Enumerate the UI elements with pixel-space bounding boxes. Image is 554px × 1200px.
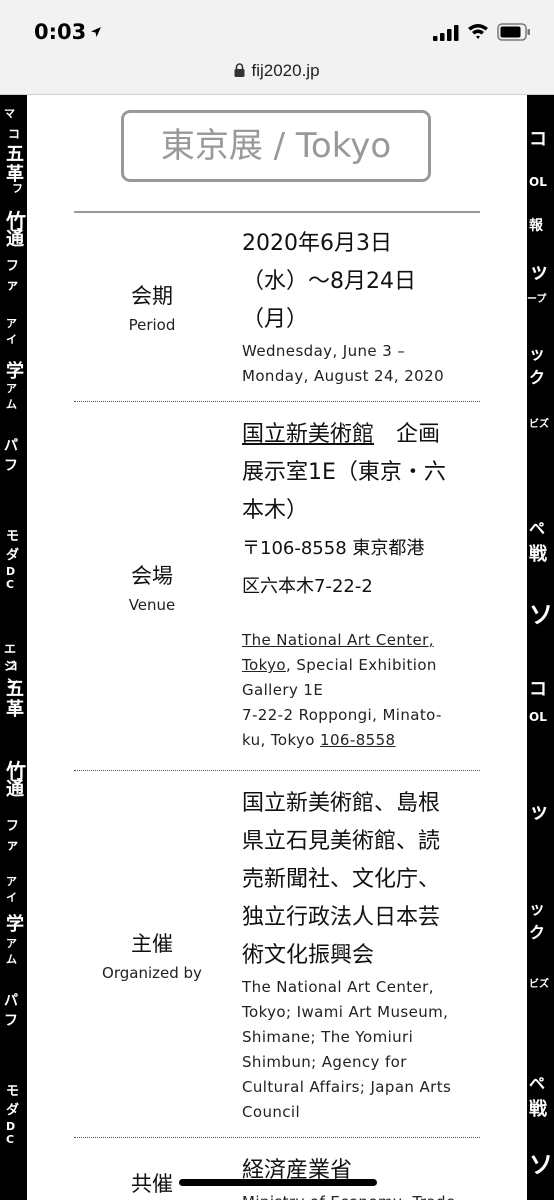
venue-value: 国立新美術館 企画 展示室1E（東京・六 本木） 〒106-8558 東京都港 …	[242, 416, 474, 753]
organizer-row: 主催 Organized by 国立新美術館、島根 県立石見美術館、読 売新聞社…	[74, 771, 480, 1138]
location-arrow-icon	[91, 27, 101, 37]
organizer-en-line: Council	[242, 1103, 301, 1121]
content-panel: 東京展 / Tokyo 会期 Period 2020年6月3日 （水）〜8月24…	[27, 95, 527, 1200]
cosponsor-value: 経済産業省 Ministry of Economy, Trade	[242, 1152, 474, 1200]
period-value: 2020年6月3日 （水）〜8月24日 （月） Wednesday, June …	[242, 225, 474, 389]
period-jp-line: （水）〜8月24日	[242, 269, 416, 294]
period-label-en: Period	[128, 316, 176, 334]
organizer-en-line: Tokyo; Iwami Art Museum,	[242, 1003, 449, 1021]
organizer-en-line: The National Art Center,	[242, 978, 434, 996]
left-decorative-strip: マ コ 五 革 フ 竹 通 ファ アイ 学 アム パフ モダ D C エジ コン…	[0, 95, 27, 1200]
venue-link-en[interactable]: The National Art Center,	[242, 631, 434, 649]
organizer-jp-line: 独立行政法人日本芸	[242, 905, 441, 930]
cosponsor-en-line: Ministry of Economy, Trade	[242, 1190, 474, 1200]
organizer-en-line: Shimbun; Agency for	[242, 1053, 407, 1071]
period-jp-line: （月）	[242, 307, 309, 332]
right-decorative-strip: コ OL 報 ッ ープ ック ビズ ペ 戦 ソ コ OL ッ ック ビズ ペ 戦…	[527, 95, 554, 1200]
venue-label-jp: 会場	[131, 564, 173, 588]
period-en-line: Monday, August 24, 2020	[242, 367, 445, 385]
organizer-label-en: Organized by	[102, 964, 202, 982]
organizer-jp-line: 国立新美術館、島根	[242, 791, 441, 816]
battery-icon	[497, 23, 530, 41]
period-jp-line: 2020年6月3日	[242, 231, 392, 256]
status-time: 0:03	[34, 20, 87, 44]
address-bar[interactable]: fij2020.jp	[0, 58, 554, 95]
period-label-jp: 会期	[131, 284, 173, 308]
organizer-label-jp: 主催	[131, 932, 173, 956]
wifi-icon	[468, 24, 488, 39]
venue-en-rest: , Special Exhibition	[286, 656, 437, 674]
period-en-line: Wednesday, June 3 –	[242, 342, 406, 360]
exhibition-title: 東京展 / Tokyo	[121, 110, 431, 182]
venue-address-jp: 区六本木7-22-2	[242, 576, 373, 597]
venue-row: 会場 Venue 国立新美術館 企画 展示室1E（東京・六 本木） 〒106-8…	[74, 402, 480, 771]
venue-postcode-link[interactable]: 106-8558	[320, 731, 395, 749]
venue-jp-line: 本木）	[242, 498, 309, 523]
home-indicator[interactable]	[179, 1179, 377, 1186]
venue-en-prefix: ku, Tokyo	[242, 731, 321, 749]
cosponsor-row: 共催 経済産業省 Ministry of Economy, Trade	[74, 1138, 480, 1200]
venue-link-en-2[interactable]: Tokyo	[242, 656, 286, 674]
status-bar: 0:03	[0, 0, 554, 58]
period-row: 会期 Period 2020年6月3日 （水）〜8月24日 （月） Wednes…	[74, 212, 480, 402]
organizer-jp-line: 県立石見美術館、読	[242, 829, 441, 854]
venue-link-jp[interactable]: 国立新美術館	[242, 422, 374, 447]
organizer-jp-line: 売新聞社、文化庁、	[242, 867, 441, 892]
organizer-en-line: Cultural Affairs; Japan Arts	[242, 1078, 452, 1096]
cellular-signal-icon	[433, 25, 459, 41]
organizer-en-line: Shimane; The Yomiuri	[242, 1028, 414, 1046]
venue-jp-rest: 企画	[374, 422, 441, 447]
url-text: fij2020.jp	[251, 61, 320, 80]
venue-address-jp: 〒106-8558 東京都港	[242, 538, 425, 559]
venue-en-line: 7-22-2 Roppongi, Minato-	[242, 706, 442, 724]
url-display[interactable]: fij2020.jp	[0, 61, 554, 81]
venue-label-en: Venue	[128, 596, 176, 614]
lock-icon	[234, 63, 245, 77]
venue-jp-line: 展示室1E（東京・六	[242, 460, 446, 485]
organizer-value: 国立新美術館、島根 県立石見美術館、読 売新聞社、文化庁、 独立行政法人日本芸 …	[242, 785, 474, 1125]
organizer-jp-line: 術文化振興会	[242, 943, 375, 968]
venue-en-line: Gallery 1E	[242, 681, 324, 699]
